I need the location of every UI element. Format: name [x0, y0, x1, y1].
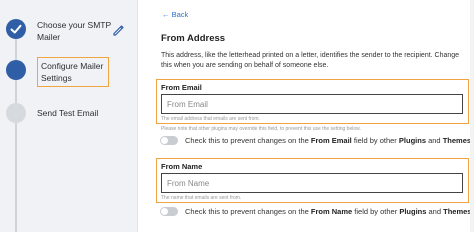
step-2-label[interactable]: Configure Mailer Settings	[37, 57, 109, 87]
from-name-force-row: Check this to prevent changes on the Fro…	[160, 207, 471, 216]
from-email-force-plugins: Plugins	[398, 136, 426, 145]
back-link[interactable]: ← Back	[162, 10, 188, 19]
from-name-hint: The name that emails are sent from.	[161, 195, 242, 201]
from-name-force-themes: Themes	[443, 207, 472, 216]
from-email-force-row: Check this to prevent changes on the Fro…	[160, 136, 471, 145]
page-scrollbar[interactable]	[470, 0, 474, 232]
section-description: This address, like the letterhead printe…	[161, 52, 460, 69]
from-name-force-and: and	[428, 207, 442, 216]
from-email-force-toggle[interactable]	[160, 136, 178, 145]
from-name-force-prefix: Check this to prevent changes on the	[185, 207, 309, 216]
section-title: From Address	[161, 33, 226, 44]
from-email-input[interactable]	[161, 94, 463, 114]
steps-connector-line	[15, 28, 17, 232]
from-email-force-themes: Themes	[442, 136, 472, 145]
step-3-indicator	[6, 103, 26, 123]
from-email-hint: The email address that emails are sent f…	[161, 116, 260, 122]
from-email-label: From Email	[161, 83, 202, 92]
from-name-field-group: From Name The name that emails are sent …	[156, 158, 469, 203]
from-name-force-plugins: Plugins	[399, 207, 427, 216]
from-name-label: From Name	[161, 162, 203, 171]
step-1-label[interactable]: Choose your SMTP Mailer	[37, 19, 117, 43]
mailer-settings-panel: ← Back From Address This address, like t…	[138, 0, 474, 232]
from-email-force-prefix: Check this to prevent changes on the	[185, 136, 309, 145]
from-email-force-field: From Email	[310, 136, 352, 145]
from-email-force-and: and	[428, 136, 441, 145]
from-email-field-group: From Email The email address that emails…	[156, 79, 469, 124]
from-name-force-middle: field by other	[354, 207, 398, 216]
check-icon	[10, 24, 22, 34]
step-3-label[interactable]: Send Test Email	[37, 107, 98, 119]
from-name-force-field: From Name	[310, 207, 353, 216]
step-1-indicator	[6, 19, 26, 39]
from-email-force-middle: field by other	[353, 136, 397, 145]
setup-steps-sidebar: Choose your SMTP Mailer Configure Mailer…	[0, 0, 138, 232]
plugin-override-note: Please note that other plugins may overr…	[161, 126, 361, 132]
from-name-input[interactable]	[161, 173, 463, 193]
step-2-indicator	[6, 60, 26, 80]
pencil-edit-icon[interactable]	[112, 24, 125, 37]
from-name-force-toggle[interactable]	[160, 207, 178, 216]
